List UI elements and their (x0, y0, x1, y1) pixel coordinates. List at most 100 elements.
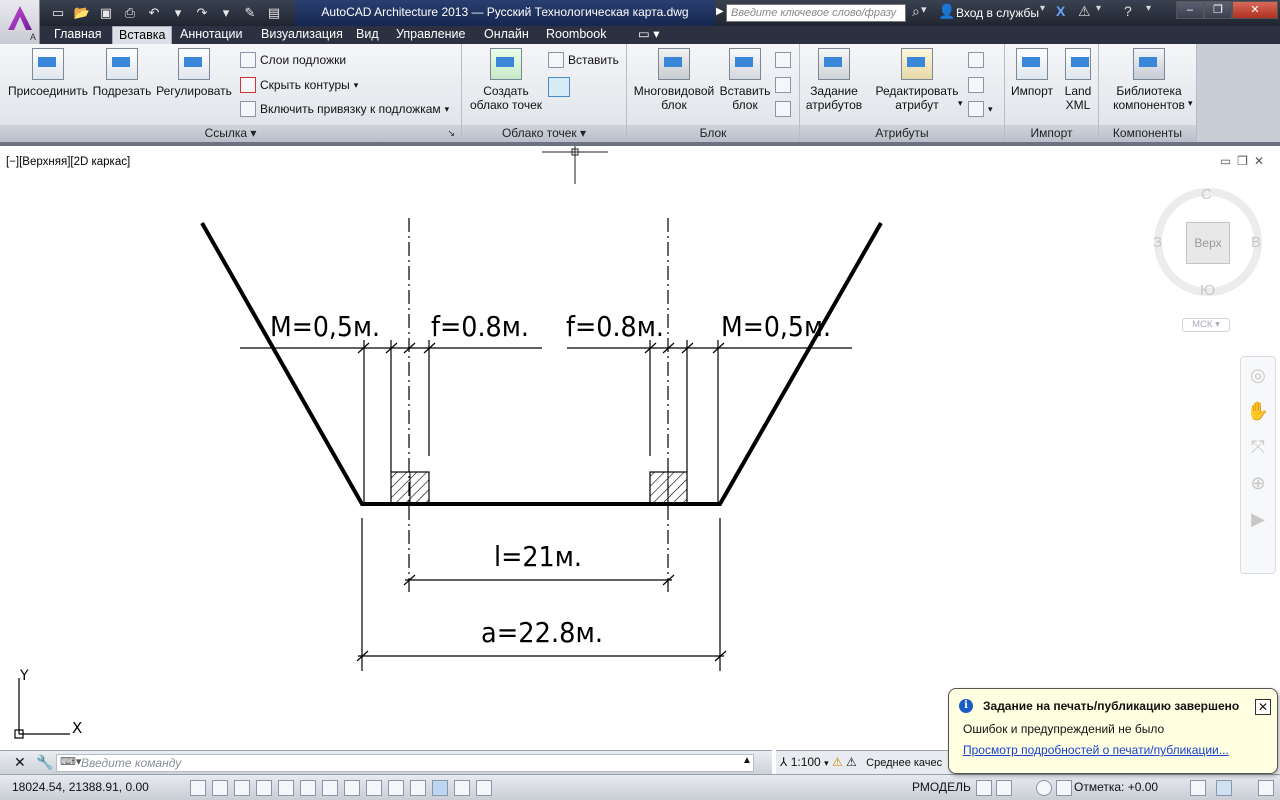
help-icon[interactable]: ? (1124, 3, 1132, 19)
edit-attribute-button[interactable]: Редактировать атрибут (872, 48, 962, 112)
underlay-layers-button[interactable]: Слои подложки (240, 52, 346, 68)
edit-attribute-dropdown-icon[interactable]: ▾ (958, 98, 963, 109)
lock-icon[interactable] (1056, 780, 1072, 796)
viewcube-west[interactable]: З (1153, 234, 1162, 251)
elevation-readout[interactable]: Отметка: +0.00 (1074, 780, 1158, 794)
search-dropdown-icon[interactable]: ▾ (921, 3, 927, 16)
edit-block-button[interactable] (775, 77, 791, 93)
tab-online[interactable]: Онлайн (478, 26, 535, 44)
panel-title-import[interactable]: Импорт (1005, 125, 1098, 142)
undo-dropdown-icon[interactable]: ▾ (168, 3, 188, 23)
tab-manage[interactable]: Управление (390, 26, 472, 44)
minimize-button[interactable]: – (1176, 1, 1204, 19)
match-properties-icon[interactable]: ✎ (240, 3, 260, 23)
block-editor-button[interactable] (775, 101, 791, 117)
pointcloud-insert-button[interactable]: Вставить (548, 52, 619, 68)
grid-icon[interactable] (234, 780, 250, 796)
binoculars-icon[interactable]: ⌕ (912, 3, 920, 20)
application-menu-button[interactable]: A (0, 0, 40, 44)
steering-wheel-icon[interactable]: ◎ (1241, 357, 1275, 393)
infer-constraints-icon[interactable] (190, 780, 206, 796)
print-icon[interactable]: ⎙ (120, 3, 140, 23)
quick-view-drawings-icon[interactable] (996, 780, 1012, 796)
attribute-manager-button[interactable] (968, 52, 984, 68)
component-library-button[interactable]: Библиотека компонентов (1103, 48, 1195, 112)
attribute-extract-dropdown-icon[interactable]: ▾ (988, 101, 993, 117)
undo-icon[interactable]: ↶ (144, 3, 164, 23)
annotation-visibility-icon[interactable]: ⚠ (832, 755, 843, 769)
close-button[interactable]: ✕ (1232, 1, 1278, 19)
viewcube-south[interactable]: Ю (1200, 282, 1215, 299)
new-icon[interactable]: ▭ (48, 3, 68, 23)
transparency-icon[interactable] (432, 780, 448, 796)
ortho-icon[interactable] (256, 780, 272, 796)
quick-view-layouts-icon[interactable] (976, 780, 992, 796)
plot-status-icon[interactable] (1216, 780, 1232, 796)
connect-dropdown-icon[interactable]: ▾ (1096, 3, 1101, 14)
otrack-icon[interactable] (344, 780, 360, 796)
annotation-scale-dropdown[interactable]: 1:100 (791, 755, 821, 769)
dialog-launcher-icon[interactable]: ↘ (447, 125, 455, 141)
dyn-icon[interactable] (388, 780, 404, 796)
tab-insert[interactable]: Вставка (112, 26, 173, 44)
orbit-icon[interactable]: ⊕ (1241, 465, 1275, 501)
annotation-autoscale-icon[interactable]: ⚠ (846, 755, 857, 769)
customize-icon[interactable]: 🔧 (36, 754, 53, 771)
display-quality[interactable]: Среднее качес (866, 757, 942, 769)
exchange-icon[interactable]: X (1056, 3, 1065, 19)
polar-icon[interactable] (278, 780, 294, 796)
plot-details-link[interactable]: Просмотр подробностей о печати/публикаци… (963, 743, 1229, 757)
lineweight-icon[interactable] (410, 780, 426, 796)
showmotion-icon[interactable]: ▶ (1241, 501, 1275, 537)
annotation-scale-dropdown-icon[interactable]: ▾ (824, 758, 829, 768)
3d-osnap-icon[interactable] (322, 780, 338, 796)
close-command-line-icon[interactable]: ✕ (14, 754, 26, 771)
attach-button[interactable]: Присоединить (6, 48, 90, 98)
search-input[interactable]: Введите ключевое слово/фразу (726, 4, 906, 22)
hardware-acceleration-icon[interactable] (1190, 780, 1206, 796)
notification-close-button[interactable]: ✕ (1255, 699, 1271, 715)
multiview-block-button[interactable]: Многовидовой блок (629, 48, 719, 112)
create-pointcloud-button[interactable]: Создать облако точек (466, 48, 546, 112)
workspace-switching-icon[interactable] (1036, 780, 1052, 796)
tab-visualize[interactable]: Визуализация (255, 26, 349, 44)
ducs-icon[interactable] (366, 780, 382, 796)
recent-commands-icon[interactable]: ▲ (742, 755, 752, 766)
redo-icon[interactable]: ↷ (192, 3, 212, 23)
maximize-button[interactable]: ❐ (1204, 1, 1232, 19)
define-attributes-button[interactable]: Задание атрибутов (802, 48, 866, 112)
tab-annotate[interactable]: Аннотации (174, 26, 248, 44)
sign-in-dropdown-icon[interactable]: ▾ (1040, 3, 1045, 14)
pointcloud-edit-button[interactable] (548, 77, 570, 97)
drawing-area[interactable]: [−][Верхняя][2D каркас] ▭❐✕ M=0,5м. f=0.… (0, 146, 1280, 750)
attribute-extract-button[interactable]: ▾ (968, 101, 993, 117)
zoom-icon[interactable]: ⤧ (1241, 429, 1275, 465)
panel-title-reference[interactable]: Ссылка ▾ ↘ (0, 125, 461, 142)
clean-screen-icon[interactable] (1258, 780, 1274, 796)
pan-icon[interactable]: ✋ (1241, 393, 1275, 429)
tab-home[interactable]: Главная (48, 26, 108, 44)
selection-cycling-icon[interactable] (476, 780, 492, 796)
panel-title-block[interactable]: Блок (627, 125, 799, 142)
snap-dropdown-icon[interactable]: ▾ (445, 101, 450, 117)
connect-icon[interactable]: ⚠ (1078, 3, 1091, 20)
adjust-button[interactable]: Регулировать (154, 48, 234, 98)
hide-frames-dropdown-icon[interactable]: ▾ (354, 77, 359, 93)
create-block-button[interactable] (775, 52, 791, 68)
tab-view[interactable]: Вид (350, 26, 385, 44)
model-space-toggle[interactable]: РМОДЕЛЬ (912, 780, 971, 794)
insert-block-button[interactable]: Вставить блок (719, 48, 771, 112)
command-prompt-icon[interactable]: ⌨▾ (60, 755, 81, 768)
panel-title-components[interactable]: Компоненты (1099, 125, 1196, 142)
viewcube-north[interactable]: С (1201, 186, 1212, 203)
tab-roombook[interactable]: Roombook (540, 26, 612, 44)
component-library-dropdown-icon[interactable]: ▾ (1188, 98, 1193, 109)
landxml-button[interactable]: Land XML (1059, 48, 1097, 112)
snap-mode-icon[interactable] (212, 780, 228, 796)
help-dropdown-icon[interactable]: ▾ (1146, 3, 1151, 14)
ribbon-options-icon[interactable]: ▭ ▾ (632, 26, 666, 44)
panel-title-attributes[interactable]: Атрибуты (800, 125, 1004, 142)
viewcube-east[interactable]: В (1251, 234, 1261, 251)
ucs-menu[interactable]: МСК ▾ (1182, 318, 1230, 332)
cursor-coordinates[interactable]: 18024.54, 21388.91, 0.00 (12, 780, 149, 794)
